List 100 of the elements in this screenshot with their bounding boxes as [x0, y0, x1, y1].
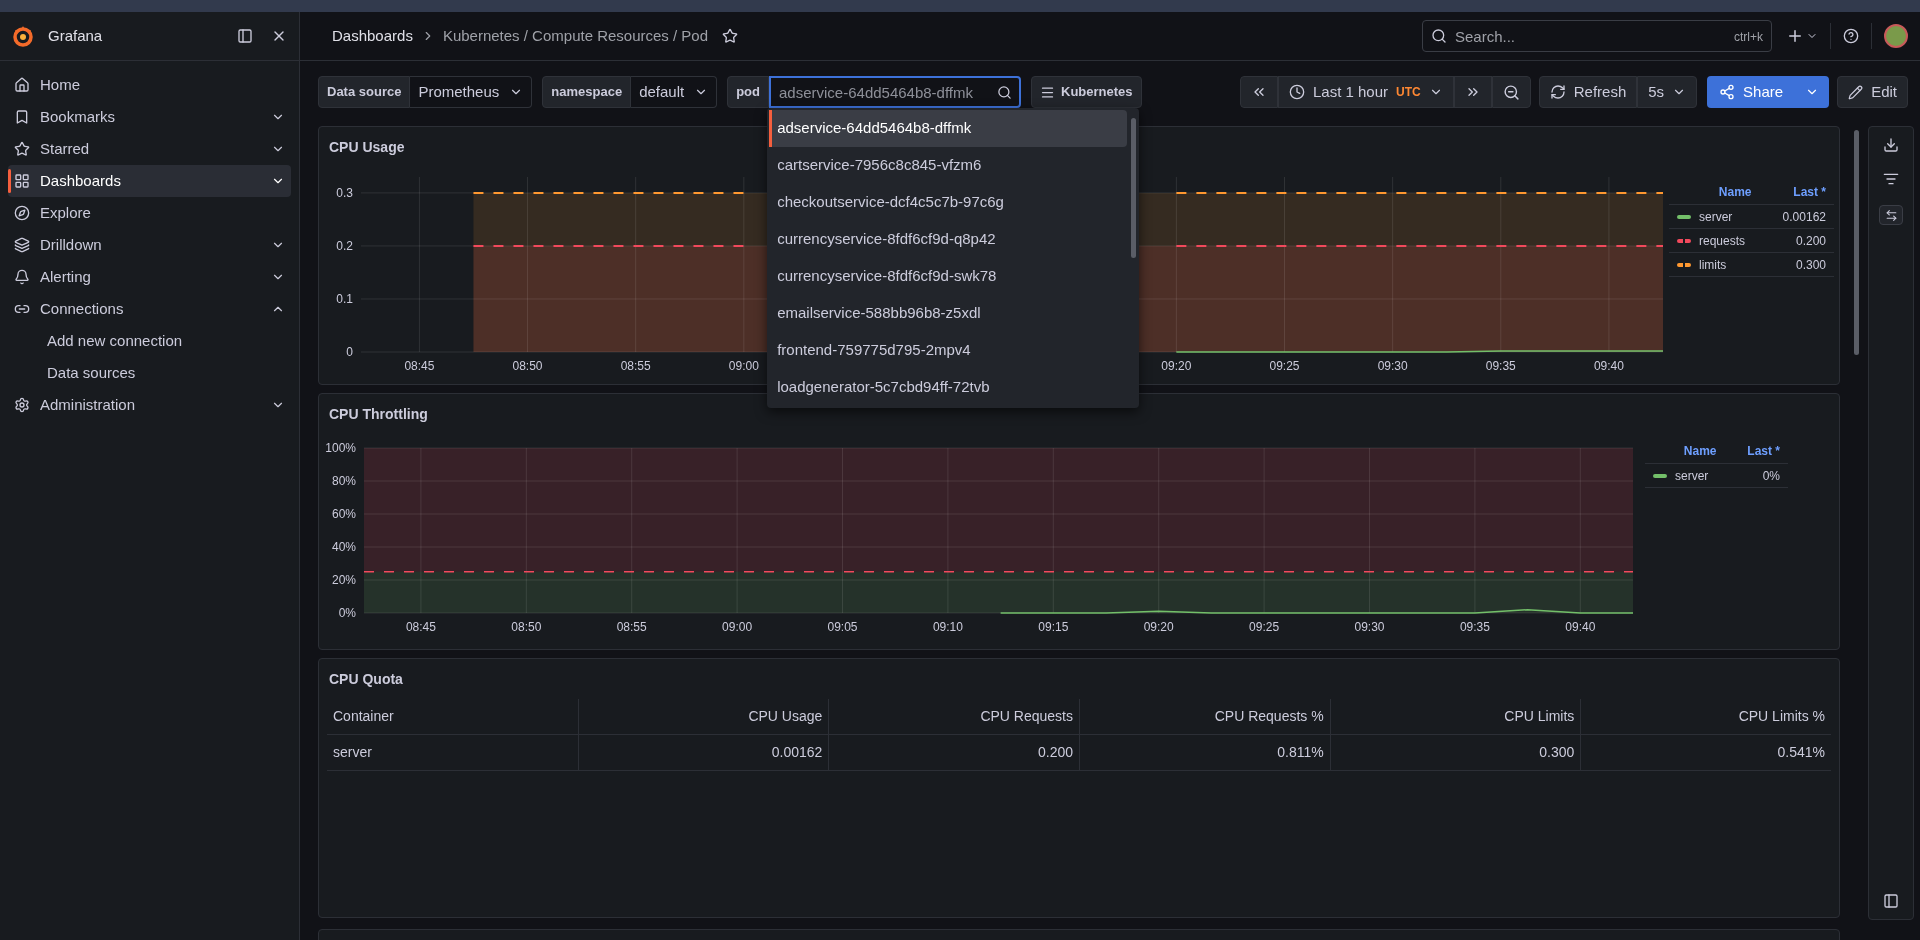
nav-label: Alerting	[40, 266, 92, 287]
zoom-out-button[interactable]	[1491, 76, 1531, 108]
dashboard-link[interactable]: Kubernetes	[1031, 76, 1142, 108]
dropdown-option[interactable]: emailservice-588bb96b8-z5xdl	[769, 295, 1128, 332]
edit-button[interactable]: Edit	[1837, 76, 1908, 108]
breadcrumb-link[interactable]: Kubernetes / Compute Resources / Pod	[442, 24, 709, 48]
legend-series-name[interactable]: server	[1675, 466, 1755, 485]
legend-value: 0.200	[1795, 232, 1826, 250]
column-header[interactable]: CPU Limits %	[1580, 699, 1831, 734]
avatar[interactable]	[1884, 24, 1908, 48]
new-button[interactable]	[1786, 27, 1818, 45]
dropdown-option[interactable]: currencyservice-8fdf6cf9d-swk78	[769, 258, 1128, 295]
plus-icon	[1786, 27, 1804, 45]
legend-series-name[interactable]: requests	[1699, 231, 1788, 250]
column-header[interactable]: CPU Usage	[577, 699, 829, 734]
axis-label: 08:45	[404, 359, 435, 373]
breadcrumb-link[interactable]: Dashboards	[332, 24, 413, 48]
axis-label: 0.3	[336, 185, 353, 200]
star-icon[interactable]	[722, 28, 739, 44]
dropdown-option[interactable]: adservice-64dd5464b8-dffmk	[769, 110, 1128, 147]
axis-label: 09:10	[932, 620, 963, 634]
nav-item[interactable]: Data sources	[8, 357, 291, 389]
nav-item[interactable]: Alerting	[8, 261, 291, 293]
axis-label: 0	[346, 345, 353, 359]
axis-label: 09:40	[1593, 359, 1624, 373]
panel-title: CPU Quota	[329, 669, 403, 689]
compass-icon	[14, 205, 30, 221]
table-cell: 0.811%	[1079, 735, 1330, 770]
variable-select[interactable]: Prometheus	[410, 76, 533, 108]
legend-header[interactable]: Last *	[1793, 182, 1826, 201]
panel-title: CPU Throttling	[329, 404, 428, 424]
nav-item[interactable]: Dashboards	[8, 165, 291, 197]
scrollbar-thumb[interactable]	[1131, 118, 1137, 258]
table-cell-text: server	[332, 743, 373, 762]
legend-series-name[interactable]: limits	[1699, 255, 1788, 274]
selected-indicator	[769, 110, 773, 147]
legend-value: 0.00162	[1782, 208, 1826, 226]
dock-icon[interactable]	[1883, 893, 1899, 909]
nav-item[interactable]: Starred	[8, 133, 291, 165]
shift-back-button[interactable]	[1240, 76, 1278, 108]
nav-item[interactable]: Home	[8, 69, 291, 101]
dropdown-option[interactable]: cartservice-7956c8c845-vfzm6	[769, 147, 1128, 184]
list-icon[interactable]	[1883, 171, 1899, 187]
axis-label: 40%	[331, 540, 356, 554]
swap-button[interactable]	[1879, 205, 1903, 225]
zoom-out-icon	[1502, 83, 1520, 101]
axis-label: 100%	[325, 441, 356, 455]
shift-forward-button[interactable]	[1453, 76, 1492, 108]
app-name[interactable]: Grafana	[48, 24, 237, 48]
refresh-button[interactable]: Refresh	[1538, 76, 1638, 108]
dropdown-option[interactable]: frontend-759775d795-2mpv4	[769, 332, 1128, 369]
home-icon	[14, 77, 30, 93]
nav-item[interactable]: Administration	[8, 389, 291, 421]
dock-icon[interactable]	[237, 28, 253, 44]
refresh-interval-select[interactable]: 5s	[1637, 76, 1698, 108]
time-range-picker[interactable]: Last 1 hour UTC	[1278, 76, 1454, 108]
dropdown-option[interactable]: currencyservice-8fdf6cf9d-q8p42	[769, 221, 1128, 258]
axis-label: 09:30	[1354, 620, 1385, 634]
variable-label: namespace	[542, 76, 632, 108]
share-menu-button[interactable]	[1795, 76, 1830, 108]
axis-label: 09:15	[1038, 620, 1069, 634]
table-cell: 0.541%	[1580, 735, 1831, 770]
axis-label: 09:35	[1459, 620, 1490, 634]
search-icon	[997, 85, 1012, 100]
nav-item[interactable]: Bookmarks	[8, 101, 291, 133]
share-button[interactable]: Share	[1707, 76, 1796, 108]
download-icon[interactable]	[1883, 137, 1899, 153]
legend-header[interactable]: Name	[1653, 441, 1748, 460]
legend-series-name[interactable]: server	[1699, 207, 1775, 226]
column-header[interactable]: CPU Requests %	[1079, 699, 1330, 734]
dropdown-option[interactable]: loadgenerator-5c7cbd94ff-72tvb	[769, 369, 1128, 406]
column-header[interactable]: CPU Limits	[1329, 699, 1581, 734]
variable-select[interactable]: default	[631, 76, 718, 108]
scrollbar-thumb[interactable]	[1853, 130, 1859, 355]
nav-item[interactable]: Add new connection	[8, 325, 291, 357]
nav-label: Connections	[40, 298, 125, 319]
panel-title: CPU Usage	[329, 137, 405, 157]
table-cell: 0.00162	[577, 735, 829, 770]
help-icon[interactable]	[1843, 28, 1859, 44]
swap-icon	[1884, 208, 1898, 222]
column-header[interactable]: CPU Requests	[828, 699, 1079, 734]
refresh-icon	[1549, 84, 1566, 100]
nav-label: Drilldown	[40, 234, 103, 255]
layers-icon	[14, 237, 30, 253]
column-header[interactable]: Container	[327, 699, 578, 734]
axis-label: 08:55	[616, 620, 647, 634]
axis-label: 0.1	[336, 291, 353, 306]
nav-item[interactable]: Drilldown	[8, 229, 291, 261]
axis-label: 09:05	[827, 620, 858, 634]
active-indicator	[8, 169, 11, 193]
nav-item[interactable]: Connections	[8, 293, 291, 325]
pod-search-field[interactable]: adservice-64dd5464b8-dffmk	[769, 76, 1021, 108]
star-icon	[14, 141, 30, 157]
nav-label: Administration	[40, 394, 137, 415]
nav-item[interactable]: Explore	[8, 197, 291, 229]
legend-header[interactable]: Last *	[1747, 441, 1780, 460]
search-icon	[1431, 28, 1447, 44]
legend-header[interactable]: Name	[1677, 182, 1794, 201]
axis-label: 09:20	[1161, 359, 1192, 373]
dropdown-option[interactable]: checkoutservice-dcf4c5c7b-97c6g	[769, 184, 1128, 221]
